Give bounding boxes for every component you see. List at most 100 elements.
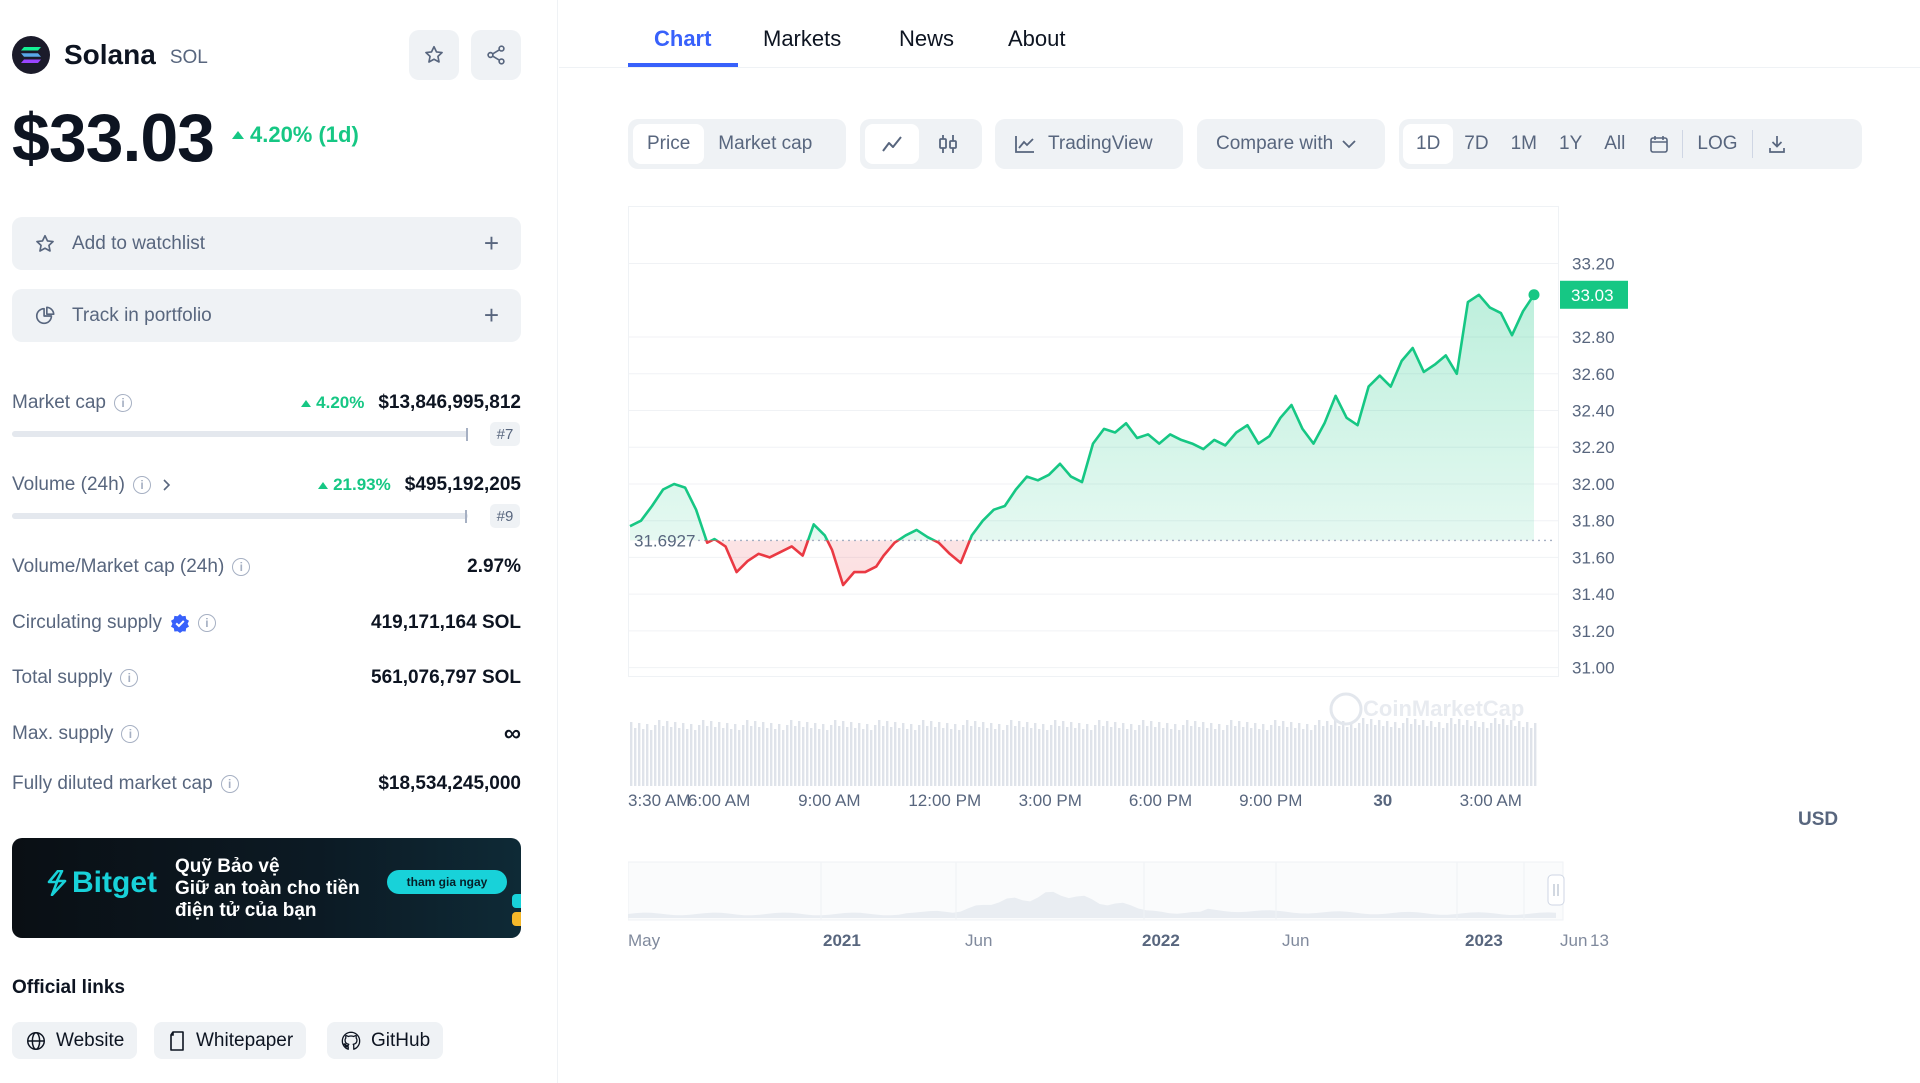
volume-bar xyxy=(734,724,737,786)
volume-bar xyxy=(834,720,837,786)
info-icon[interactable]: i xyxy=(121,725,140,743)
volume-bar xyxy=(1390,727,1393,786)
range-all-button[interactable]: All xyxy=(1593,124,1636,164)
current-price-tag-label: 33.03 xyxy=(1571,286,1614,305)
volume-bar xyxy=(1442,728,1445,786)
volume-bar xyxy=(934,727,937,786)
navigator-label: Jun xyxy=(965,931,992,950)
volume-bar xyxy=(1130,724,1133,786)
price-point xyxy=(1258,443,1259,444)
star-button[interactable] xyxy=(409,30,459,80)
volume-bar xyxy=(1458,719,1461,786)
stat-circulating-label-wrap: Circulating supply i xyxy=(12,612,216,634)
info-icon[interactable]: i xyxy=(120,669,139,687)
volume-bar xyxy=(930,721,933,786)
price-point xyxy=(938,542,939,543)
stat-market-cap: Market cap i 4.20% $13,846,995,812 xyxy=(12,392,521,414)
github-link[interactable]: GitHub xyxy=(327,1022,444,1059)
log-scale-button[interactable]: LOG xyxy=(1683,124,1751,164)
volume-bar xyxy=(1058,726,1061,786)
price-toggle-button[interactable]: Price xyxy=(633,124,705,164)
volume-bar xyxy=(830,725,833,786)
price-chart[interactable]: 33.20 32.80 32.60 32.40 32.20 32.00 31.80 31.60… xyxy=(628,206,1628,966)
price-point xyxy=(629,526,630,527)
volume-bar xyxy=(698,725,701,786)
volume-bar xyxy=(1002,730,1005,786)
price-point xyxy=(685,487,686,488)
volume-bar xyxy=(1466,720,1469,786)
website-link[interactable]: Website xyxy=(12,1022,138,1059)
range-1m-button[interactable]: 1M xyxy=(1500,124,1548,164)
tab-bar: Chart Markets News About xyxy=(559,0,1920,68)
share-button[interactable] xyxy=(471,30,521,80)
pie-chart-icon xyxy=(35,305,55,324)
volume-bar xyxy=(670,727,673,786)
range-1y-button[interactable]: 1Y xyxy=(1548,124,1593,164)
add-to-watchlist-button[interactable]: Add to watchlist + xyxy=(12,217,521,270)
candlestick-chart-button[interactable] xyxy=(919,124,977,164)
tab-chart[interactable]: Chart xyxy=(654,26,711,52)
active-tab-indicator xyxy=(628,63,738,67)
market-cap-toggle-button[interactable]: Market cap xyxy=(704,124,826,164)
stat-volume-change-value: 21.93% xyxy=(333,475,391,494)
stat-volume-label-wrap[interactable]: Volume (24h) i xyxy=(12,474,173,496)
stat-volume: Volume (24h) i 21.93% $495,192,205 xyxy=(12,474,521,496)
share-icon xyxy=(487,45,505,65)
price-point xyxy=(1346,417,1347,418)
volume-bar xyxy=(782,730,785,786)
volume-bar xyxy=(658,720,661,786)
info-icon[interactable]: i xyxy=(133,476,152,494)
price-point xyxy=(905,535,906,536)
y-tick-label: 32.20 xyxy=(1572,438,1615,457)
volume-bar xyxy=(770,723,773,786)
price-point xyxy=(960,562,961,563)
volume-bar xyxy=(1126,729,1129,786)
volume-bar xyxy=(826,730,829,786)
volume-bar xyxy=(1098,720,1101,786)
volume-bar xyxy=(1170,729,1173,786)
volume-bar xyxy=(774,729,777,786)
volume-bar xyxy=(1114,722,1117,786)
ad-cta-button[interactable]: tham gia ngay xyxy=(387,870,507,894)
price-point xyxy=(916,529,917,530)
volume-bar xyxy=(798,721,801,786)
compare-with-button[interactable]: Compare with xyxy=(1202,124,1371,164)
volume-bar xyxy=(1518,721,1521,786)
volume-bar xyxy=(1498,724,1501,786)
currency-label: USD xyxy=(1798,809,1839,830)
volume-bar xyxy=(1194,721,1197,786)
price-point xyxy=(1478,294,1479,295)
price-point xyxy=(1335,395,1336,396)
compare-with-dropdown[interactable]: Compare with xyxy=(1197,119,1385,169)
calendar-button[interactable] xyxy=(1636,124,1682,164)
volume-bar xyxy=(1182,725,1185,786)
volume-bar xyxy=(810,728,813,786)
volume-bar xyxy=(906,729,909,786)
volume-bar xyxy=(1034,723,1037,786)
document-icon xyxy=(170,1030,184,1051)
range-7d-button[interactable]: 7D xyxy=(1453,124,1499,164)
info-icon[interactable]: i xyxy=(232,558,251,576)
price-point xyxy=(971,535,972,536)
download-button[interactable] xyxy=(1753,124,1801,164)
volume-bar xyxy=(1410,724,1413,786)
info-icon[interactable]: i xyxy=(113,394,132,412)
caret-up-icon xyxy=(301,399,312,407)
ad-decoration xyxy=(512,894,521,908)
tab-markets[interactable]: Markets xyxy=(763,26,841,52)
volume-bar xyxy=(946,723,949,786)
bitget-ad-banner[interactable]: Bitget Quỹ Bảo vệ Giữ an toàn cho tiền đ… xyxy=(12,838,521,938)
price-point xyxy=(1368,386,1369,387)
track-in-portfolio-button[interactable]: Track in portfolio + xyxy=(12,289,521,342)
tradingview-button[interactable]: TradingView xyxy=(1000,124,1167,164)
info-icon[interactable]: i xyxy=(220,775,239,793)
tab-news[interactable]: News xyxy=(899,26,954,52)
whitepaper-link[interactable]: Whitepaper xyxy=(154,1022,307,1059)
range-1d-button[interactable]: 1D xyxy=(1403,124,1454,164)
info-icon[interactable]: i xyxy=(197,614,216,632)
download-icon xyxy=(1768,136,1785,153)
tab-about[interactable]: About xyxy=(1008,26,1066,52)
line-chart-button[interactable] xyxy=(865,124,919,164)
chevron-right-icon[interactable] xyxy=(159,478,173,492)
volume-bar xyxy=(1146,726,1149,786)
